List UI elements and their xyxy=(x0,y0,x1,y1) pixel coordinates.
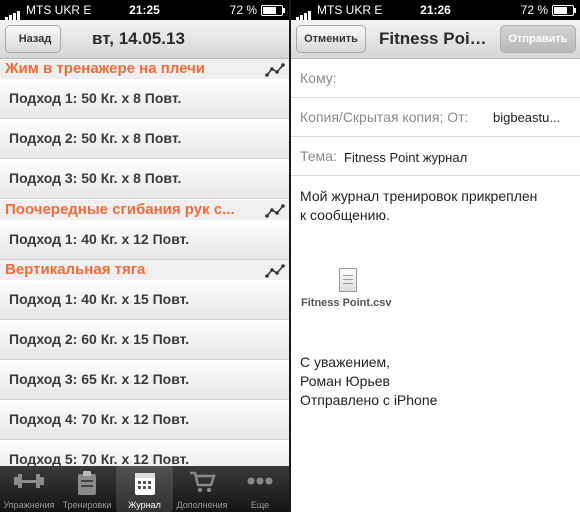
message-body[interactable]: Мой журнал тренировок прикреплен к сообщ… xyxy=(300,187,575,225)
csv-file-icon[interactable] xyxy=(339,268,357,292)
compose-screen: MTS UKR E 21:26 72 % Отменить Fitness Po… xyxy=(291,0,580,512)
graph-icon[interactable] xyxy=(265,264,285,278)
section-header: Жим в тренажере на плечи xyxy=(0,59,289,79)
nav-bar: Отменить Fitness Poi… Отправить xyxy=(291,20,580,59)
section-header: Поочередные сгибания рук с... xyxy=(0,200,289,220)
battery-icon xyxy=(261,5,285,16)
set-row[interactable]: Подход 1: 40 Кг. x 12 Повт. xyxy=(0,220,289,260)
set-row[interactable]: Подход 4: 70 Кг. x 12 Повт. xyxy=(0,400,289,440)
nav-bar: Назад вт, 14.05.13 xyxy=(0,20,289,59)
set-row[interactable]: Подход 1: 50 Кг. x 8 Повт. xyxy=(0,79,289,119)
signature: С уважением, Роман Юрьев Отправлено с iP… xyxy=(300,354,438,408)
cart-icon xyxy=(190,471,216,493)
tab-journal[interactable]: Журнал xyxy=(116,466,173,512)
cancel-button[interactable]: Отменить xyxy=(296,25,366,53)
subject-field[interactable]: Тема: Fitness Point журнал xyxy=(291,137,580,176)
graph-icon[interactable] xyxy=(265,204,285,218)
section-title: Вертикальная тяга xyxy=(5,261,146,278)
page-title: вт, 14.05.13 xyxy=(92,29,185,48)
subject-value: Fitness Point журнал xyxy=(344,150,468,165)
dumbbell-icon xyxy=(14,474,44,488)
section-title: Жим в тренажере на плечи xyxy=(5,60,205,77)
from-value: bigbeastu... xyxy=(493,110,561,125)
cc-from-field[interactable]: Копия/Скрытая копия; От: bigbeastu... xyxy=(291,98,580,137)
tab-more[interactable]: Еще xyxy=(231,466,289,512)
set-row[interactable]: Подход 3: 65 Кг. x 12 Повт. xyxy=(0,360,289,400)
to-field[interactable]: Кому: xyxy=(291,59,580,98)
send-button[interactable]: Отправить xyxy=(500,25,576,53)
tab-exercises[interactable]: Упражнения xyxy=(0,466,58,512)
calendar-icon xyxy=(134,473,155,495)
battery-percent: 72 % xyxy=(520,3,548,17)
page-title: Fitness Poi… xyxy=(379,29,487,48)
tab-bar: Упражнения Тренировки Журнал Дополнения … xyxy=(0,466,289,512)
back-button[interactable]: Назад xyxy=(5,25,61,53)
battery-percent: 72 % xyxy=(229,3,257,17)
more-icon xyxy=(247,477,273,485)
status-bar: MTS UKR E 21:26 72 % xyxy=(291,0,580,20)
graph-icon[interactable] xyxy=(265,63,285,77)
attachment-name: Fitness Point.csv xyxy=(301,297,392,309)
set-row[interactable]: Подход 1: 40 Кг. x 15 Повт. xyxy=(0,280,289,320)
clipboard-icon xyxy=(78,471,96,495)
set-row[interactable]: Подход 3: 50 Кг. x 8 Повт. xyxy=(0,159,289,199)
set-row[interactable]: Подход 2: 60 Кг. x 15 Повт. xyxy=(0,320,289,360)
status-bar: MTS UKR E 21:25 72 % xyxy=(0,0,289,20)
tab-workouts[interactable]: Тренировки xyxy=(58,466,116,512)
set-row[interactable]: Подход 2: 50 Кг. x 8 Повт. xyxy=(0,119,289,159)
section-title: Поочередные сгибания рук с... xyxy=(5,201,235,218)
log-screen: MTS UKR E 21:25 72 % Назад вт, 14.05.13 … xyxy=(0,0,289,512)
tab-addons[interactable]: Дополнения xyxy=(173,466,231,512)
battery-icon xyxy=(552,5,576,16)
section-header: Вертикальная тяга xyxy=(0,260,289,280)
